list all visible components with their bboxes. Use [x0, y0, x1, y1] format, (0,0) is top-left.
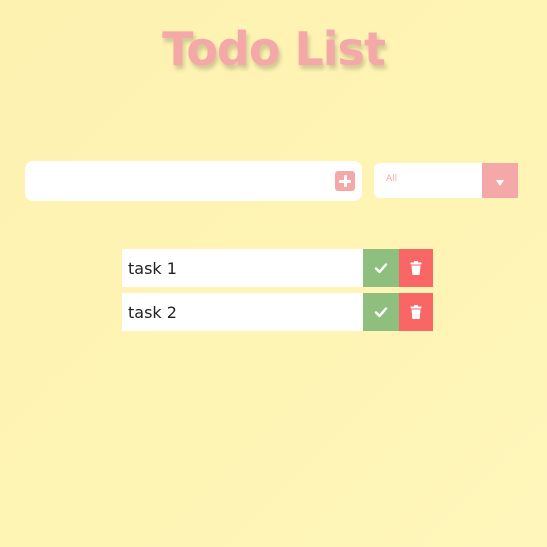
todo-input[interactable]: [35, 167, 329, 197]
add-button[interactable]: [335, 171, 355, 191]
filter-select[interactable]: All: [374, 163, 518, 198]
delete-button[interactable]: [399, 249, 433, 287]
todo-list: task 1 task 2: [122, 249, 433, 337]
check-icon: [374, 263, 388, 274]
trash-icon: [410, 305, 422, 319]
delete-button[interactable]: [399, 293, 433, 331]
todo-item: task 1: [122, 249, 433, 287]
caret-down-icon[interactable]: [482, 163, 518, 198]
add-todo-form: [25, 161, 362, 201]
todo-text: task 1: [128, 259, 177, 278]
complete-button[interactable]: [363, 293, 399, 331]
todo-item: task 2: [122, 293, 433, 331]
trash-icon: [410, 261, 422, 275]
page-title: Todo List: [162, 22, 386, 76]
complete-button[interactable]: [363, 249, 399, 287]
check-icon: [374, 307, 388, 318]
filter-selected-value: All: [386, 174, 398, 184]
todo-text: task 2: [128, 303, 177, 322]
